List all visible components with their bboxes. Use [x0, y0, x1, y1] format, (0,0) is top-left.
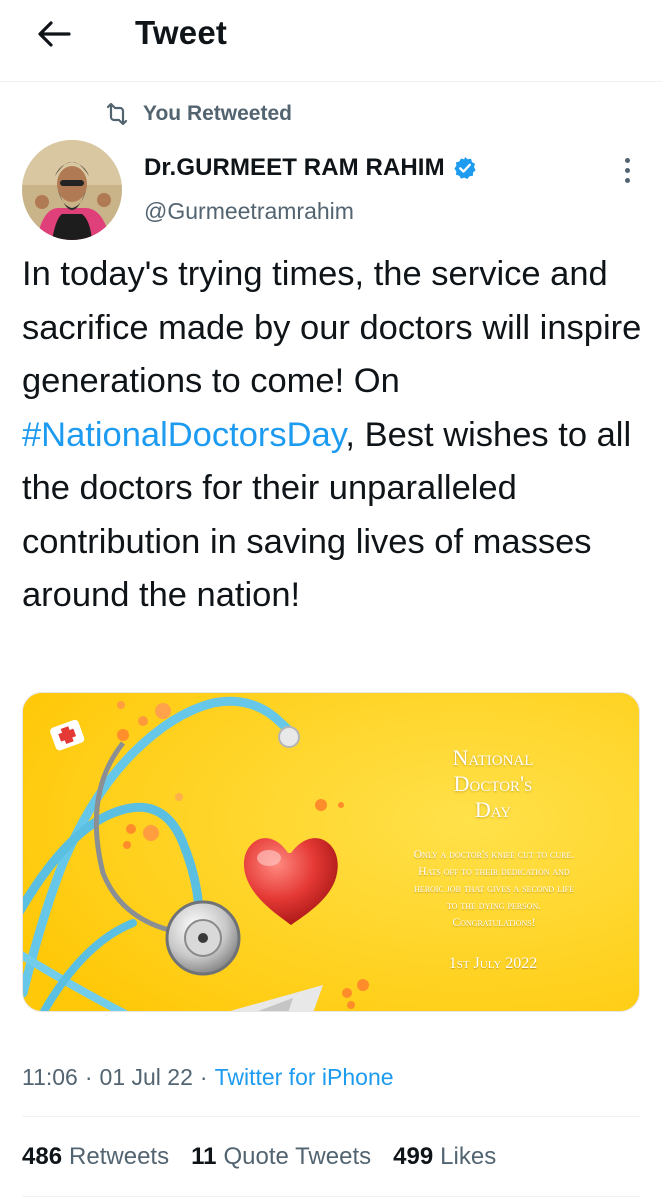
retweets-count: 486	[22, 1143, 63, 1170]
top-bar: Tweet	[0, 0, 662, 82]
media-message-line5: Congratulations!	[452, 917, 536, 929]
retweet-context: You Retweeted	[105, 100, 292, 128]
tweet-source-link[interactable]: Twitter for iPhone	[215, 1064, 394, 1091]
hashtag-link[interactable]: #NationalDoctorsDay	[22, 416, 345, 454]
author-name-row[interactable]: Dr.GURMEET RAM RAHIM	[144, 154, 477, 182]
quote-tweets-stat[interactable]: 11 Quote Tweets	[191, 1143, 371, 1171]
avatar[interactable]	[22, 140, 122, 240]
tweet-time[interactable]: 11:06	[22, 1064, 78, 1091]
likes-count: 499	[393, 1143, 434, 1170]
tweet-date[interactable]: 01 Jul 22	[100, 1064, 193, 1091]
media-title-line1: National	[452, 745, 534, 770]
tweet-meta: 11:06 · 01 Jul 22 · Twitter for iPhone	[22, 1064, 394, 1091]
likes-stat[interactable]: 499 Likes	[393, 1143, 496, 1171]
author-display-name[interactable]: Dr.GURMEET RAM RAHIM	[144, 154, 445, 182]
media-title-line3: Day	[474, 797, 512, 822]
tweet-text-before: In today's trying times, the service and…	[22, 255, 651, 400]
media-message-line2: Hats off to their dedication and	[418, 866, 570, 878]
divider	[22, 1116, 640, 1117]
meta-separator: ·	[199, 1064, 208, 1090]
more-options-button[interactable]	[612, 152, 642, 188]
engagement-stats: 486 Retweets 11 Quote Tweets 499 Likes	[22, 1143, 518, 1171]
retweet-label: You Retweeted	[143, 102, 292, 125]
media-heading: National Doctor's Day	[393, 745, 593, 823]
likes-label: Likes	[440, 1143, 497, 1170]
media-message-line1: Only a doctor's knife cut to cure.	[413, 849, 575, 861]
more-dot	[624, 177, 630, 183]
author-handle[interactable]: @Gurmeetramrahim	[144, 198, 354, 225]
meta-separator: ·	[84, 1064, 93, 1090]
retweet-icon	[105, 103, 129, 125]
quote-tweets-label: Quote Tweets	[223, 1143, 372, 1170]
media-date: 1st July 2022	[448, 955, 538, 972]
back-button[interactable]	[34, 16, 74, 52]
media-message: Only a doctor's knife cut to cure. Hats …	[349, 847, 639, 932]
verified-badge-icon	[453, 156, 477, 180]
quote-tweets-count: 11	[191, 1143, 217, 1170]
more-dot	[624, 157, 630, 163]
more-dot	[624, 167, 630, 173]
retweets-label: Retweets	[69, 1143, 170, 1170]
media-title-line2: Doctor's	[453, 771, 533, 796]
arrow-left-icon	[38, 21, 71, 47]
tweet-image[interactable]: National Doctor's Day Only a doctor's kn…	[22, 692, 640, 1012]
media-message-line3: heroic job that gives a second life	[414, 883, 574, 895]
media-message-line4: to the dying person.	[446, 900, 542, 912]
divider	[22, 1196, 640, 1197]
tweet-text: In today's trying times, the service and…	[22, 248, 642, 623]
page-title: Tweet	[135, 14, 228, 51]
retweets-stat[interactable]: 486 Retweets	[22, 1143, 169, 1171]
